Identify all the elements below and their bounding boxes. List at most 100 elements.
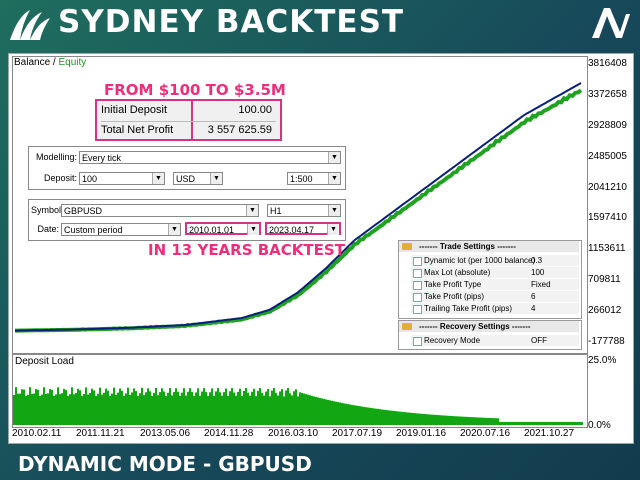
deposit-summary: Initial Deposit 100.00 Total Net Profit …: [95, 99, 282, 141]
load-bar: [259, 388, 261, 425]
load-bar: [261, 392, 263, 425]
currency-select[interactable]: USD ▼: [173, 172, 223, 185]
load-bar: [515, 422, 517, 425]
load-bar: [185, 395, 187, 425]
load-bar: [161, 388, 163, 425]
load-bar: [415, 413, 417, 425]
date-mode-select[interactable]: Custom period ▼: [61, 223, 181, 236]
load-bar: [105, 388, 107, 425]
date-to-field[interactable]: 2023.04.17 ▼: [265, 222, 341, 235]
load-bar: [281, 389, 283, 425]
load-bar: [489, 417, 491, 425]
x-tick-label: 2010.02.11: [12, 428, 62, 439]
x-tick-label: 2017.07.19: [332, 428, 383, 439]
load-bar: [411, 412, 413, 425]
load-bar: [545, 422, 547, 425]
load-bar: [29, 387, 31, 425]
symbol-label: Symbol:: [31, 205, 64, 215]
load-bar: [49, 389, 51, 425]
y-tick-label: 3816408: [588, 58, 627, 69]
load-bar: [47, 393, 49, 425]
modelling-select[interactable]: Every tick ▼: [79, 151, 341, 164]
x-tick-label: 2011.11.21: [76, 428, 125, 439]
currency-value: USD: [176, 174, 196, 184]
load-bar: [225, 388, 227, 425]
checkbox-icon: [413, 337, 422, 346]
load-bar: [167, 392, 169, 425]
load-bar: [111, 393, 113, 425]
deposit-load-chart: [12, 354, 588, 428]
load-bar: [179, 395, 181, 425]
symbol-select[interactable]: GBPUSD ▼: [61, 204, 259, 217]
load-bar: [325, 399, 327, 425]
load-bar: [113, 387, 115, 425]
timeframe-select[interactable]: H1 ▼: [267, 204, 341, 217]
load-bar: [13, 395, 15, 425]
load-bar: [189, 388, 191, 425]
load-bar: [327, 399, 329, 425]
load-bar: [421, 413, 423, 425]
load-bar: [487, 417, 489, 425]
x-tick-label: 2021.10.27: [524, 428, 575, 439]
load-bar: [413, 413, 415, 425]
load-bar: [439, 415, 441, 425]
setting-row[interactable]: Recovery Mode OFF: [411, 335, 579, 346]
load-bar: [129, 394, 131, 425]
load-bar: [33, 393, 35, 425]
load-bar: [59, 394, 61, 425]
load-bar: [305, 394, 307, 425]
date-from-field[interactable]: 2010.01.01 ▼: [185, 222, 261, 235]
load-bar: [383, 409, 385, 425]
folder-icon: [402, 323, 412, 330]
y-tick-label: 1597410: [588, 212, 627, 224]
load-bar: [115, 394, 117, 425]
load-bar: [177, 391, 179, 425]
load-bar: [345, 403, 347, 425]
recovery-settings-title: ------- Recovery Settings -------: [399, 321, 579, 332]
load-bar: [233, 392, 235, 425]
load-bar: [375, 408, 377, 425]
load-bar: [187, 391, 189, 425]
load-bar: [165, 395, 167, 425]
y-tick-label: 2041210: [588, 181, 627, 193]
y-tick-label: -177788: [588, 336, 625, 347]
load-bar: [303, 393, 305, 425]
load-bar: [195, 392, 197, 425]
load-bar: [211, 388, 213, 425]
date-to-value: 2023.04.17: [269, 225, 315, 235]
setting-row[interactable]: Trailing Take Profit (pips) 4: [411, 303, 579, 314]
load-bar: [469, 417, 471, 425]
setting-row[interactable]: Dynamic lot (per 1000 balance) 0.3: [411, 255, 579, 266]
load-bar: [15, 387, 17, 425]
load-bar: [459, 416, 461, 425]
setting-row[interactable]: Max Lot (absolute) 100: [411, 267, 579, 278]
checkbox-icon: [413, 305, 422, 314]
leverage-select[interactable]: 1:500 ▼: [287, 172, 341, 185]
load-bar: [417, 413, 419, 425]
load-bar: [437, 415, 439, 425]
chevron-down-icon: ▼: [152, 173, 164, 184]
load-bar: [363, 406, 365, 425]
leverage-value: 1:500: [290, 174, 313, 184]
y-tick-label: 2928809: [588, 119, 627, 131]
load-bar: [301, 392, 303, 425]
load-bar: [87, 394, 89, 425]
load-bar: [539, 422, 541, 425]
load-bar: [559, 422, 561, 425]
load-bar: [55, 394, 57, 425]
setting-row[interactable]: Take Profit Type Fixed: [411, 279, 579, 290]
load-bar: [391, 410, 393, 425]
deposit-select[interactable]: 100 ▼: [79, 172, 165, 185]
load-bar: [273, 388, 275, 425]
load-bar: [43, 387, 45, 425]
load-bar: [123, 395, 125, 425]
load-bar: [37, 389, 39, 425]
setting-row[interactable]: Take Profit (pips) 6: [411, 291, 579, 302]
load-bar: [99, 387, 101, 425]
load-bar: [297, 396, 299, 425]
load-bar: [321, 398, 323, 425]
load-bar: [73, 394, 75, 425]
load-bar: [359, 406, 361, 425]
load-bar: [269, 396, 271, 425]
load-bar: [365, 407, 367, 425]
